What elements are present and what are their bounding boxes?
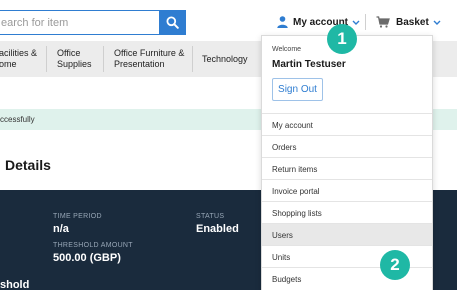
cart-icon xyxy=(376,16,390,28)
category-technology[interactable]: Technology xyxy=(202,41,248,77)
category-divider xyxy=(192,46,193,72)
menu-item-my-account[interactable]: My account xyxy=(262,113,432,135)
category-label: acilities & xyxy=(0,48,38,59)
menu-item-shopping-lists[interactable]: Shopping lists xyxy=(262,201,432,223)
account-dropdown: Welcome Martin Testuser Sign Out My acco… xyxy=(261,35,433,290)
time-period-value: n/a xyxy=(53,223,69,235)
category-office-furniture[interactable]: Office Furniture & Presentation xyxy=(114,41,184,77)
chevron-down-icon xyxy=(352,20,360,25)
header-divider xyxy=(365,14,366,30)
basket-button[interactable]: Basket xyxy=(376,14,441,30)
user-name: Martin Testuser xyxy=(272,59,346,70)
menu-item-orders[interactable]: Orders xyxy=(262,135,432,157)
category-label: Office Furniture & xyxy=(114,48,185,59)
step-badge-1: 1 xyxy=(327,24,357,54)
category-label: Supplies xyxy=(57,59,92,69)
category-label: ome xyxy=(0,59,17,69)
threshold-partial-label: shold xyxy=(0,279,30,290)
category-divider xyxy=(46,46,47,72)
menu-item-users[interactable]: Users xyxy=(262,223,432,245)
success-text: ccessfully xyxy=(0,115,35,124)
threshold-amount-label: THRESHOLD AMOUNT xyxy=(53,242,133,249)
search-icon xyxy=(166,16,179,29)
user-icon xyxy=(277,16,288,28)
menu-item-return-items[interactable]: Return items xyxy=(262,157,432,179)
status-label: STATUS xyxy=(196,213,225,220)
search-input[interactable] xyxy=(0,10,159,35)
welcome-text: Welcome xyxy=(272,46,302,53)
category-label: Technology xyxy=(202,53,248,64)
category-label: Office xyxy=(57,48,81,59)
category-label: Presentation xyxy=(114,59,165,69)
menu-item-invoice-portal[interactable]: Invoice portal xyxy=(262,179,432,201)
threshold-amount-value: 500.00 (GBP) xyxy=(53,252,121,264)
search-bar xyxy=(0,10,186,35)
search-button[interactable] xyxy=(159,10,186,35)
category-office-supplies[interactable]: Office Supplies xyxy=(57,41,92,77)
category-divider xyxy=(103,46,104,72)
basket-label: Basket xyxy=(396,16,429,28)
category-facilities-home[interactable]: acilities & ome xyxy=(0,41,37,77)
chevron-down-icon xyxy=(433,20,441,25)
status-value: Enabled xyxy=(196,223,239,235)
page-title: Details xyxy=(5,157,51,173)
step-badge-2: 2 xyxy=(380,250,410,280)
time-period-label: TIME PERIOD xyxy=(53,213,102,220)
sign-out-button[interactable]: Sign Out xyxy=(272,78,323,101)
